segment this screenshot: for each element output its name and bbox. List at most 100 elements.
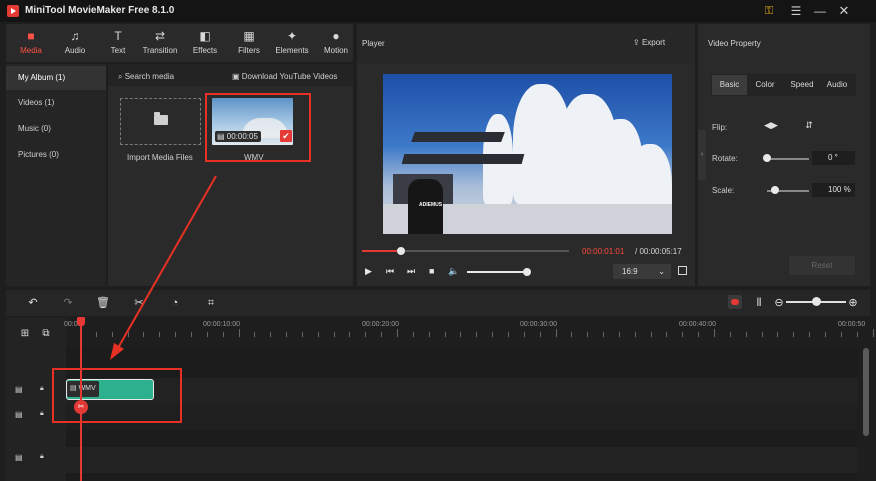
scale-value[interactable]: 100 % xyxy=(812,183,855,197)
tab-transition[interactable]: ⇄ Transition xyxy=(139,24,181,62)
ruler-tick xyxy=(729,332,731,337)
snap-icon[interactable] xyxy=(728,295,742,309)
ruler-tick xyxy=(381,332,383,337)
volume-handle[interactable] xyxy=(523,268,531,276)
rotate-handle[interactable] xyxy=(763,154,771,162)
total-time: / 00:00:05:17 xyxy=(635,247,682,256)
volume-icon[interactable]: 🔈 xyxy=(448,266,459,277)
playhead-handle[interactable] xyxy=(77,317,85,326)
highlight-box-timeline xyxy=(52,368,182,423)
menu-icon[interactable]: ☰ xyxy=(788,3,804,19)
undo-icon[interactable]: ↶ xyxy=(26,296,40,310)
stop-icon[interactable]: ■ xyxy=(429,266,434,276)
text-icon: T xyxy=(114,29,122,43)
tab-color[interactable]: Color xyxy=(751,75,779,95)
highlight-box-media xyxy=(205,93,311,162)
sidebar-item-videos[interactable]: Videos (1) xyxy=(6,91,106,115)
import-media-button[interactable] xyxy=(120,98,201,145)
copy-track-icon[interactable]: ⧉ xyxy=(39,327,53,341)
lock-icon[interactable]: 🔒︎ xyxy=(40,410,44,418)
tab-speed[interactable]: Speed xyxy=(786,75,818,95)
folder-icon: ■ xyxy=(27,29,35,43)
ruler-label: 00:00:50 xyxy=(838,321,866,328)
timeline-ruler[interactable] xyxy=(66,318,876,348)
ruler-tick xyxy=(809,332,811,337)
volume-slider[interactable] xyxy=(467,271,527,273)
previous-frame-icon[interactable]: ⏮ xyxy=(386,266,394,277)
aspect-ratio-select[interactable]: 16:9 ⌄ xyxy=(613,264,671,279)
ruler-tick xyxy=(587,332,589,337)
tab-motion[interactable]: ● Motion xyxy=(315,24,357,62)
download-youtube-button[interactable]: ▣ Download YouTube Videos xyxy=(232,72,337,81)
search-media-button[interactable]: ⌕ Search media xyxy=(118,72,174,82)
minimize-icon[interactable]: — xyxy=(812,3,828,19)
tab-text[interactable]: T Text xyxy=(97,24,139,62)
video-track-2[interactable] xyxy=(66,404,858,430)
ruler-tick xyxy=(698,332,700,337)
redo-icon[interactable]: ↷ xyxy=(61,296,75,310)
timeline-scrollbar[interactable] xyxy=(863,348,869,436)
tab-media[interactable]: ■ Media xyxy=(10,24,52,62)
ruler-tick xyxy=(555,329,557,337)
rotate-slider[interactable] xyxy=(767,158,809,160)
tab-effects[interactable]: ◧ Effects xyxy=(184,24,226,62)
flip-vertical-icon[interactable]: ⇵ xyxy=(802,120,816,132)
scale-label: Scale: xyxy=(712,186,735,195)
lock-icon[interactable]: 🔒︎ xyxy=(40,453,44,461)
ruler-tick xyxy=(412,332,414,337)
ruler-tick xyxy=(650,332,652,337)
split-icon[interactable]: ✂ xyxy=(132,296,146,310)
ruler-tick xyxy=(238,329,240,337)
crop-icon[interactable]: ⌗ xyxy=(204,296,218,310)
video-track-1[interactable] xyxy=(66,378,858,404)
ruler-tick xyxy=(492,332,494,337)
tab-elements[interactable]: ✦ Elements xyxy=(271,24,313,62)
ruler-tick xyxy=(143,332,145,337)
rotate-value[interactable]: 0 ° xyxy=(812,151,855,165)
tab-filters[interactable]: ▦ Filters xyxy=(228,24,270,62)
filters-icon: ▦ xyxy=(243,29,255,43)
zoom-in-icon[interactable]: ⊕ xyxy=(846,296,860,310)
speed-icon[interactable]: ◔ xyxy=(168,296,182,310)
ruler-tick xyxy=(254,332,256,337)
close-icon[interactable]: ✕ xyxy=(836,3,852,19)
add-track-icon[interactable]: ⊞ xyxy=(18,327,32,341)
tab-audio-property[interactable]: Audio xyxy=(823,75,851,95)
fullscreen-icon[interactable] xyxy=(678,266,687,275)
current-time: 00:00:01:01 xyxy=(582,247,625,256)
rotate-label: Rotate: xyxy=(712,154,738,163)
collapse-panel-icon[interactable]: › xyxy=(698,130,706,180)
delete-icon[interactable]: 🗑 xyxy=(96,296,110,310)
ruler-tick xyxy=(777,332,779,337)
tab-audio[interactable]: ♫ Audio xyxy=(54,24,96,62)
export-button[interactable]: ⇪ Export xyxy=(633,38,665,47)
ruler-tick xyxy=(286,332,288,337)
chevron-down-icon: ⌄ xyxy=(658,267,665,276)
sidebar-item-music[interactable]: Music (0) xyxy=(6,117,106,141)
flip-horizontal-icon[interactable]: ◀▶ xyxy=(764,120,778,132)
audio-track[interactable] xyxy=(66,447,858,473)
reset-button[interactable]: Reset xyxy=(789,256,855,275)
folder-icon xyxy=(154,112,168,125)
motion-icon: ● xyxy=(332,29,340,43)
ruler-tick xyxy=(111,332,113,337)
ruler-tick xyxy=(190,332,192,337)
ruler-tick xyxy=(761,332,763,337)
zoom-handle[interactable] xyxy=(812,297,821,306)
ruler-tick xyxy=(365,332,367,337)
ruler-tick xyxy=(856,332,858,337)
ruler-tick xyxy=(159,332,161,337)
zoom-out-icon[interactable]: ⊖ xyxy=(772,296,786,310)
tab-basic[interactable]: Basic xyxy=(712,75,747,95)
play-icon[interactable]: ▶ xyxy=(365,266,372,277)
audio-mix-icon[interactable]: ⦀ xyxy=(752,296,766,310)
video-preview: ADIEMUS xyxy=(383,74,672,234)
search-icon: ⌕ xyxy=(118,72,125,81)
sidebar-item-my-album[interactable]: My Album (1) xyxy=(6,66,106,90)
key-icon[interactable]: ⚿ xyxy=(761,3,777,19)
ruler-tick xyxy=(571,332,573,337)
next-frame-icon[interactable]: ⏭ xyxy=(407,266,415,277)
lock-icon[interactable]: 🔒︎ xyxy=(40,385,44,393)
sidebar-item-pictures[interactable]: Pictures (0) xyxy=(6,143,106,167)
progress-fill xyxy=(362,250,402,252)
